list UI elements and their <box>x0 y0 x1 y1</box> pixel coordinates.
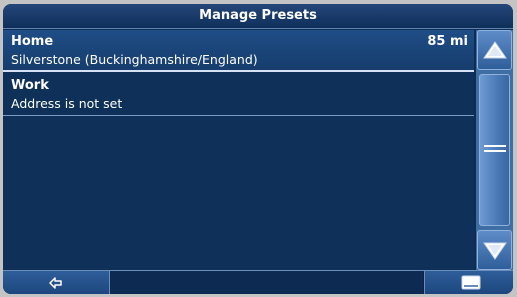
page-title: Manage Presets <box>3 4 513 29</box>
preset-distance: 85 mi <box>427 34 468 49</box>
preset-address: Address is not set <box>11 96 123 111</box>
triangle-down-icon <box>483 242 507 260</box>
preset-item-work[interactable]: Work Address is not set <box>3 74 474 116</box>
scroll-thumb[interactable] <box>479 74 510 226</box>
keyboard-button[interactable] <box>424 271 513 294</box>
back-button[interactable] <box>3 271 110 294</box>
bottom-bar-spacer <box>110 271 423 294</box>
preset-address: Silverstone (Buckinghamshire/England) <box>11 52 258 67</box>
bottom-bar <box>3 270 513 294</box>
triangle-up-icon <box>483 41 507 59</box>
scroll-up-button[interactable] <box>477 30 512 70</box>
scroll-down-button[interactable] <box>477 230 512 270</box>
presets-list: Home Silverstone (Buckinghamshire/Englan… <box>3 30 474 270</box>
keyboard-icon <box>461 275 481 290</box>
preset-item-home[interactable]: Home Silverstone (Buckinghamshire/Englan… <box>3 30 474 72</box>
preset-name: Work <box>11 78 49 93</box>
scrollbar[interactable] <box>476 30 513 270</box>
grip-lines-icon <box>484 145 506 152</box>
manage-presets-window: Manage Presets Home Silverstone (Bucking… <box>3 4 513 294</box>
back-arrow-icon <box>49 277 62 289</box>
preset-name: Home <box>11 34 54 49</box>
